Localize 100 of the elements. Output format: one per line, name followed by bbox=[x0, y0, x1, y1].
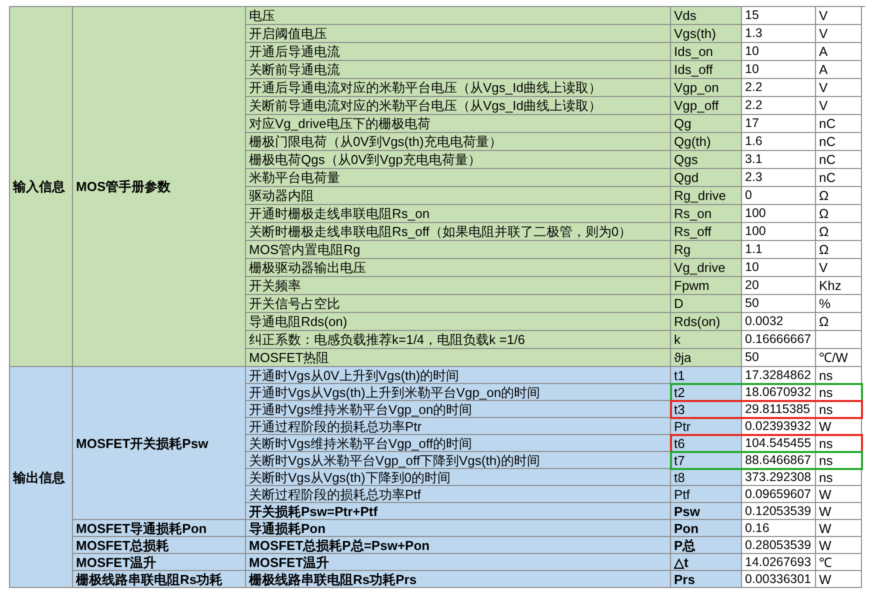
unit-label: ns bbox=[819, 454, 833, 466]
section-label: 输出信息 bbox=[13, 470, 65, 484]
parameter-description: 栅极电荷Qgs（从0V到Vgp充电电荷量） bbox=[249, 153, 481, 166]
parameter-value: 1.3 bbox=[745, 27, 762, 40]
parameter-description: MOS管内置电阻Rg bbox=[249, 243, 360, 256]
parameter-value: 10 bbox=[745, 63, 759, 76]
parameter-symbol: Qgs bbox=[674, 153, 698, 166]
unit-label: ns bbox=[819, 470, 833, 484]
parameter-symbol: k bbox=[674, 333, 680, 346]
parameter-symbol: ϑja bbox=[674, 351, 692, 364]
unit-label: ns bbox=[819, 368, 833, 382]
parameter-description: 关断过程阶段的损耗总功率Ptf bbox=[249, 488, 421, 500]
parameter-symbol: t8 bbox=[674, 470, 685, 484]
unit-label: W bbox=[819, 538, 832, 552]
parameter-symbol: D bbox=[674, 297, 684, 310]
parameter-value: 17 bbox=[745, 117, 759, 130]
parameter-symbol: Pon bbox=[674, 522, 699, 534]
group-label: MOSFET温升 bbox=[76, 556, 156, 568]
parameter-value: 0.28053539 bbox=[745, 538, 812, 552]
parameter-value: 0.09659607 bbox=[745, 488, 812, 500]
parameter-description: 导通损耗Pon bbox=[249, 522, 326, 534]
parameter-description: MOSFET热阻 bbox=[249, 351, 330, 364]
parameter-symbol: Rs_on bbox=[674, 207, 712, 220]
parameter-symbol: t1 bbox=[674, 368, 685, 382]
parameter-value: 10 bbox=[745, 45, 759, 58]
parameter-description: 关断前导通电流对应的米勒平台电压（从Vgs_Id曲线上读取） bbox=[249, 99, 602, 112]
parameter-symbol: t3 bbox=[674, 402, 685, 416]
parameter-description: 栅极门限电荷（从0V到Vgs(th)充电电荷量） bbox=[249, 135, 502, 148]
unit-label: Ω bbox=[819, 207, 829, 220]
parameter-value: 0.02393932 bbox=[745, 420, 812, 432]
unit-label: Khz bbox=[819, 279, 842, 292]
parameter-value: 17.3284862 bbox=[745, 368, 812, 382]
parameter-description: 开通时栅极走线串联电阻Rs_on bbox=[249, 207, 430, 220]
parameter-value: 0.12053539 bbox=[745, 504, 812, 518]
unit-label: Ω bbox=[819, 189, 829, 202]
unit-label: nC bbox=[819, 153, 836, 166]
parameter-symbol: Prs bbox=[674, 572, 695, 586]
parameter-value: 0.0032 bbox=[745, 315, 784, 328]
unit-label: V bbox=[819, 261, 828, 274]
parameter-symbol: Vgp_off bbox=[674, 99, 719, 112]
parameter-value: 2.2 bbox=[745, 99, 762, 112]
parameter-symbol: Ids_off bbox=[674, 63, 713, 76]
parameter-value: 100 bbox=[745, 207, 766, 220]
parameter-value: 0.16 bbox=[745, 522, 770, 534]
unit-label: ns bbox=[819, 436, 833, 450]
unit-label: W bbox=[819, 572, 832, 586]
parameter-value: 88.6466867 bbox=[745, 454, 812, 466]
parameter-description: 导通电阻Rds(on) bbox=[249, 315, 348, 328]
unit-label: ns bbox=[819, 386, 833, 398]
parameter-symbol: Ids_on bbox=[674, 45, 714, 58]
parameter-symbol: t7 bbox=[674, 454, 685, 466]
parameter-description: 关断时Vgs从Vgs(th)下降到0的时间 bbox=[249, 470, 451, 484]
parameter-description: 开通时Vgs从Vgs(th)上升到米勒平台Vgp_on的时间 bbox=[249, 386, 540, 398]
unit-label: A bbox=[819, 45, 828, 58]
unit-label: W bbox=[819, 420, 832, 432]
unit-label: W bbox=[819, 522, 832, 534]
unit-label: V bbox=[819, 99, 828, 112]
unit-label: Ω bbox=[819, 315, 829, 328]
parameter-symbol: Fpwm bbox=[674, 279, 710, 292]
parameter-description: 关断时Vgs从米勒平台Vgp_off下降到Vgs(th)的时间 bbox=[249, 454, 540, 466]
parameter-description: 驱动器内阻 bbox=[249, 189, 314, 202]
unit-label: Ω bbox=[819, 225, 829, 238]
parameter-description: 栅极线路串联电阻Rs功耗Prs bbox=[249, 572, 417, 586]
parameter-description: 对应Vg_drive电压下的栅极电荷 bbox=[249, 117, 430, 130]
group-label: MOS管手册参数 bbox=[76, 180, 171, 193]
parameter-symbol: Psw bbox=[674, 504, 700, 518]
parameter-symbol: t6 bbox=[674, 436, 685, 450]
parameter-symbol: Qgd bbox=[674, 171, 699, 184]
parameter-value: 29.8115385 bbox=[745, 402, 810, 416]
parameter-value: 1.1 bbox=[745, 243, 762, 256]
parameter-symbol: Qg(th) bbox=[674, 135, 711, 148]
parameter-value: 50 bbox=[745, 351, 759, 364]
parameter-symbol: Ptr bbox=[674, 420, 691, 432]
parameter-value: 50 bbox=[745, 297, 759, 310]
unit-label: A bbox=[819, 63, 828, 76]
parameter-value: 0.16666667 bbox=[745, 333, 812, 346]
parameter-description: 纠正系数：电感负载推荐k=1/4，电阻负载k =1/6 bbox=[249, 333, 525, 346]
parameter-symbol: Vgp_on bbox=[674, 81, 719, 94]
group-label: MOSFET开关损耗Psw bbox=[76, 436, 208, 450]
group-label: 栅极线路串联电阻Rs功耗 bbox=[76, 572, 223, 586]
unit-label: ℃ bbox=[819, 556, 832, 568]
parameter-description: 开通时Vgs从0V上升到Vgs(th)的时间 bbox=[249, 368, 460, 382]
unit-label: W bbox=[819, 488, 832, 500]
group-label: MOSFET总损耗 bbox=[76, 538, 170, 552]
parameter-description: 开启阈值电压 bbox=[249, 27, 327, 40]
unit-label: W bbox=[819, 504, 832, 518]
parameter-description: 栅极驱动器输出电压 bbox=[249, 261, 366, 274]
parameter-symbol: Vg_drive bbox=[674, 261, 726, 274]
parameter-description: 电压 bbox=[249, 9, 275, 22]
unit-label: nC bbox=[819, 135, 836, 148]
parameter-value: 0 bbox=[745, 189, 752, 202]
parameter-description: 关断前导通电流 bbox=[249, 63, 340, 76]
parameter-description: 关断时栅极走线串联电阻Rs_off（如果电阻并联了二极管，则为0） bbox=[249, 225, 632, 238]
parameter-value: 15 bbox=[745, 9, 759, 22]
unit-label: nC bbox=[819, 117, 836, 130]
parameter-value: 0.00336301 bbox=[745, 572, 812, 586]
parameter-symbol: Rds(on) bbox=[674, 315, 720, 328]
parameter-value: 1.6 bbox=[745, 135, 762, 148]
group-label: MOSFET导通损耗Pon bbox=[76, 522, 207, 534]
parameter-description: 米勒平台电荷量 bbox=[249, 171, 340, 184]
